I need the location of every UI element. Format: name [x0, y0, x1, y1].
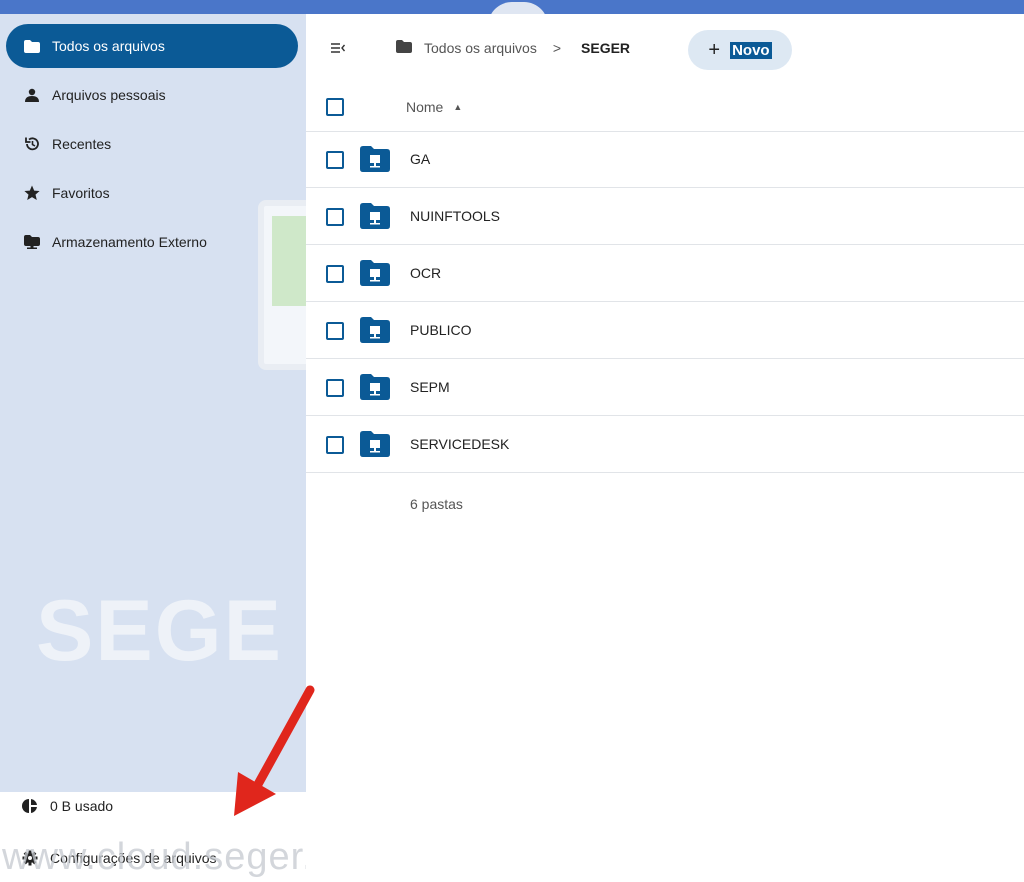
background-brand-text: SEGE	[36, 583, 283, 679]
sidebar-item-personal-files[interactable]: Arquivos pessoais	[6, 73, 298, 117]
star-icon	[22, 183, 42, 203]
new-button[interactable]: + Novo	[688, 30, 792, 70]
sidebar-item-external-storage[interactable]: Armazenamento Externo	[6, 220, 298, 264]
column-name-label: Nome	[406, 99, 444, 115]
shared-folder-icon	[360, 260, 390, 286]
sidebar-item-label: Recentes	[52, 136, 112, 152]
shared-folder-icon	[360, 146, 390, 172]
select-all-checkbox[interactable]	[326, 98, 344, 116]
folder-icon	[396, 40, 412, 56]
shared-folder-icon	[360, 374, 390, 400]
file-name[interactable]: PUBLICO	[410, 322, 471, 338]
shared-folder-icon	[360, 431, 390, 457]
sidebar-item-label: Arquivos pessoais	[52, 87, 166, 103]
folder-icon	[22, 36, 42, 56]
toolbar: Todos os arquivos > SEGER + Novo	[306, 28, 1024, 70]
sidebar-item-all-files[interactable]: Todos os arquivos	[6, 24, 298, 68]
row-checkbox[interactable]	[326, 322, 344, 340]
plus-icon: +	[708, 39, 721, 61]
table-row[interactable]: GA	[306, 132, 1024, 188]
toggle-sidebar-button[interactable]	[326, 38, 350, 62]
table-row[interactable]: SERVICEDESK	[306, 417, 1024, 473]
table-row[interactable]: OCR	[306, 246, 1024, 302]
sidebar-item-label: Armazenamento Externo	[52, 234, 207, 250]
external-storage-icon	[22, 232, 42, 252]
row-checkbox[interactable]	[326, 379, 344, 397]
breadcrumb-current[interactable]: SEGER	[581, 40, 630, 56]
sidebar-item-label: Favoritos	[52, 185, 110, 201]
row-checkbox[interactable]	[326, 151, 344, 169]
top-header-bar	[0, 0, 1024, 26]
sort-ascending-icon: ▲	[453, 102, 463, 112]
new-button-label: Novo	[730, 41, 772, 59]
folder-count-summary: 6 pastas	[410, 496, 463, 512]
file-name[interactable]: GA	[410, 151, 430, 167]
quota-label: 0 B usado	[50, 798, 114, 814]
menu-collapse-icon	[331, 41, 346, 59]
pie-chart-icon	[20, 796, 40, 816]
row-checkbox[interactable]	[326, 208, 344, 226]
chevron-right-icon: >	[552, 40, 562, 56]
quota-indicator[interactable]: 0 B usado	[20, 796, 113, 816]
shared-folder-icon	[360, 203, 390, 229]
table-row[interactable]: NUINFTOOLS	[306, 189, 1024, 245]
annotation-arrow	[234, 685, 315, 816]
sidebar-item-recent[interactable]: Recentes	[6, 122, 298, 166]
history-icon	[22, 134, 42, 154]
breadcrumb-root[interactable]: Todos os arquivos	[424, 40, 537, 56]
shared-folder-icon	[360, 317, 390, 343]
file-name[interactable]: OCR	[410, 265, 441, 281]
sort-by-name-button[interactable]: Nome ▲	[406, 99, 462, 115]
sidebar-item-label: Todos os arquivos	[52, 38, 165, 54]
sidebar-item-favorites[interactable]: Favoritos	[6, 171, 298, 215]
file-name[interactable]: SERVICEDESK	[410, 436, 509, 452]
row-checkbox[interactable]	[326, 265, 344, 283]
file-name[interactable]: SEPM	[410, 379, 450, 395]
file-name[interactable]: NUINFTOOLS	[410, 208, 500, 224]
row-checkbox[interactable]	[326, 436, 344, 454]
file-list-header: Nome ▲	[306, 86, 1024, 132]
user-icon	[22, 85, 42, 105]
table-row[interactable]: PUBLICO	[306, 303, 1024, 359]
main-content: Todos os arquivos > SEGER + Novo Nome ▲ …	[306, 14, 1024, 882]
table-row[interactable]: SEPM	[306, 360, 1024, 416]
breadcrumb: Todos os arquivos > SEGER	[396, 40, 630, 56]
